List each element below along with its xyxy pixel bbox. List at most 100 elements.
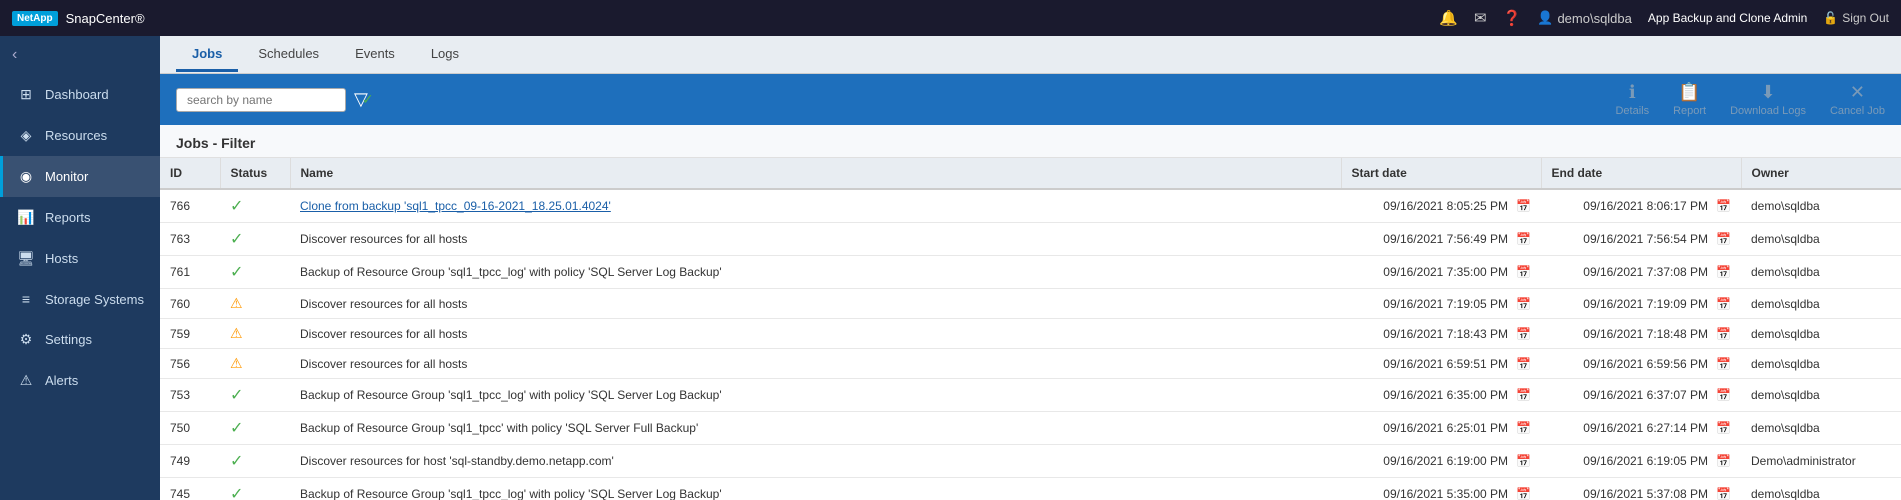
- search-input[interactable]: [176, 88, 346, 112]
- start-calendar-icon[interactable]: 📅: [1516, 199, 1531, 213]
- signout-icon: 🔓: [1823, 11, 1838, 25]
- sidebar-label-settings: Settings: [45, 332, 92, 347]
- sidebar-item-alerts[interactable]: ⚠ Alerts: [0, 360, 160, 401]
- start-calendar-icon[interactable]: 📅: [1516, 454, 1531, 468]
- report-button[interactable]: 📋 Report: [1673, 82, 1706, 117]
- end-calendar-icon[interactable]: 📅: [1716, 388, 1731, 402]
- job-id: 756: [160, 349, 220, 379]
- job-name: Backup of Resource Group 'sql1_tpcc_log'…: [290, 256, 1341, 289]
- table-row: 749✓Discover resources for host 'sql-sta…: [160, 445, 1901, 478]
- jobs-table: ID Status Name Start date End date Owner…: [160, 158, 1901, 500]
- end-calendar-icon[interactable]: 📅: [1716, 297, 1731, 311]
- sidebar-collapse-button[interactable]: ‹: [0, 36, 160, 74]
- sidebar-label-hosts: Hosts: [45, 251, 78, 266]
- start-calendar-icon[interactable]: 📅: [1516, 297, 1531, 311]
- table-header-row: ID Status Name Start date End date Owner: [160, 158, 1901, 189]
- end-calendar-icon[interactable]: 📅: [1716, 199, 1731, 213]
- start-date-value: 09/16/2021 5:35:00 PM: [1383, 487, 1508, 500]
- end-date-value: 09/16/2021 7:19:09 PM: [1583, 297, 1708, 311]
- job-start-date: 09/16/2021 8:05:25 PM 📅: [1341, 189, 1541, 223]
- end-calendar-icon[interactable]: 📅: [1716, 357, 1731, 371]
- filter-check-icon: ✓: [362, 91, 374, 108]
- toolbar-actions: ℹ Details 📋 Report ⬇ Download Logs ✕ Can…: [1615, 82, 1885, 117]
- end-calendar-icon[interactable]: 📅: [1716, 421, 1731, 435]
- details-button[interactable]: ℹ Details: [1615, 82, 1649, 117]
- sidebar-item-hosts[interactable]: 🖥 Hosts: [0, 238, 160, 279]
- section-title: Jobs - Filter: [160, 125, 1901, 158]
- search-area: ▽ ✓: [176, 88, 374, 112]
- status-warn-icon: ⚠: [230, 295, 243, 311]
- job-owner: demo\sqldba: [1741, 349, 1901, 379]
- sidebar-item-resources[interactable]: ◈ Resources: [0, 115, 160, 156]
- job-owner: Demo\administrator: [1741, 445, 1901, 478]
- signout-button[interactable]: 🔓 Sign Out: [1823, 11, 1889, 25]
- tab-logs[interactable]: Logs: [415, 38, 475, 72]
- start-calendar-icon[interactable]: 📅: [1516, 421, 1531, 435]
- sidebar-item-monitor[interactable]: ◉ Monitor: [0, 156, 160, 197]
- end-date-value: 09/16/2021 6:37:07 PM: [1583, 388, 1708, 402]
- job-id: 759: [160, 319, 220, 349]
- sidebar-label-alerts: Alerts: [45, 373, 78, 388]
- end-calendar-icon[interactable]: 📅: [1716, 327, 1731, 341]
- table-row: 760⚠Discover resources for all hosts09/1…: [160, 289, 1901, 319]
- status-ok-icon: ✓: [230, 231, 243, 248]
- alerts-icon: ⚠: [17, 372, 35, 389]
- sidebar-label-monitor: Monitor: [45, 169, 88, 184]
- mail-icon[interactable]: ✉: [1474, 9, 1487, 27]
- end-calendar-icon[interactable]: 📅: [1716, 487, 1731, 500]
- job-status: ✓: [220, 223, 290, 256]
- top-header: NetApp SnapCenter® 🔔 ✉ ❓ 👤 demo\sqldba A…: [0, 0, 1901, 36]
- status-warn-icon: ⚠: [230, 355, 243, 371]
- tab-schedules[interactable]: Schedules: [242, 38, 335, 72]
- start-calendar-icon[interactable]: 📅: [1516, 487, 1531, 500]
- end-calendar-icon[interactable]: 📅: [1716, 265, 1731, 279]
- netapp-logo: NetApp: [12, 11, 58, 26]
- start-date-value: 09/16/2021 6:25:01 PM: [1383, 421, 1508, 435]
- status-ok-icon: ✓: [230, 453, 243, 470]
- col-header-enddate: End date: [1541, 158, 1741, 189]
- end-calendar-icon[interactable]: 📅: [1716, 232, 1731, 246]
- user-info: 👤 demo\sqldba: [1537, 10, 1632, 26]
- username: demo\sqldba: [1557, 11, 1631, 26]
- job-name[interactable]: Clone from backup 'sql1_tpcc_09-16-2021_…: [290, 189, 1341, 223]
- start-calendar-icon[interactable]: 📅: [1516, 327, 1531, 341]
- col-header-id: ID: [160, 158, 220, 189]
- details-label: Details: [1615, 105, 1649, 117]
- cancel-job-button[interactable]: ✕ Cancel Job: [1830, 82, 1885, 117]
- end-date-value: 09/16/2021 7:56:54 PM: [1583, 232, 1708, 246]
- start-calendar-icon[interactable]: 📅: [1516, 265, 1531, 279]
- job-name: Backup of Resource Group 'sql1_tpcc_log'…: [290, 478, 1341, 500]
- job-end-date: 09/16/2021 6:19:05 PM📅: [1541, 445, 1741, 478]
- help-icon[interactable]: ❓: [1503, 9, 1522, 27]
- reports-icon: 📊: [17, 209, 35, 226]
- job-end-date: 09/16/2021 6:37:07 PM 📅: [1541, 379, 1741, 412]
- job-id: 749: [160, 445, 220, 478]
- job-end-date: 09/16/2021 7:19:09 PM 📅: [1541, 289, 1741, 319]
- job-name-link[interactable]: Clone from backup 'sql1_tpcc_09-16-2021_…: [300, 199, 611, 213]
- download-logs-button[interactable]: ⬇ Download Logs: [1730, 82, 1806, 117]
- job-start-date: 09/16/2021 7:18:43 PM📅: [1341, 319, 1541, 349]
- signout-label: Sign Out: [1842, 11, 1889, 25]
- table-row: 756⚠Discover resources for all hosts09/1…: [160, 349, 1901, 379]
- sidebar-item-reports[interactable]: 📊 Reports: [0, 197, 160, 238]
- start-date-value: 09/16/2021 7:19:05 PM: [1383, 297, 1508, 311]
- job-status: ⚠: [220, 289, 290, 319]
- sidebar: ‹ ⊞ Dashboard ◈ Resources ◉ Monitor 📊 Re…: [0, 36, 160, 500]
- start-calendar-icon[interactable]: 📅: [1516, 357, 1531, 371]
- start-date-value: 09/16/2021 8:05:25 PM: [1383, 199, 1508, 213]
- sidebar-item-settings[interactable]: ⚙ Settings: [0, 319, 160, 360]
- header-actions: 🔔 ✉ ❓ 👤 demo\sqldba App Backup and Clone…: [1439, 9, 1889, 27]
- monitor-icon: ◉: [17, 168, 35, 185]
- sidebar-item-dashboard[interactable]: ⊞ Dashboard: [0, 74, 160, 115]
- sidebar-item-storage-systems[interactable]: ≡ Storage Systems: [0, 279, 160, 319]
- start-calendar-icon[interactable]: 📅: [1516, 232, 1531, 246]
- end-calendar-icon[interactable]: 📅: [1716, 454, 1731, 468]
- notification-icon[interactable]: 🔔: [1439, 9, 1458, 27]
- start-calendar-icon[interactable]: 📅: [1516, 388, 1531, 402]
- tab-jobs[interactable]: Jobs: [176, 38, 238, 72]
- filter-button[interactable]: ▽ ✓: [354, 89, 374, 110]
- tab-events[interactable]: Events: [339, 38, 411, 72]
- tab-bar: Jobs Schedules Events Logs: [160, 36, 1901, 74]
- job-status: ✓: [220, 189, 290, 223]
- job-start-date: 09/16/2021 6:35:00 PM📅: [1341, 379, 1541, 412]
